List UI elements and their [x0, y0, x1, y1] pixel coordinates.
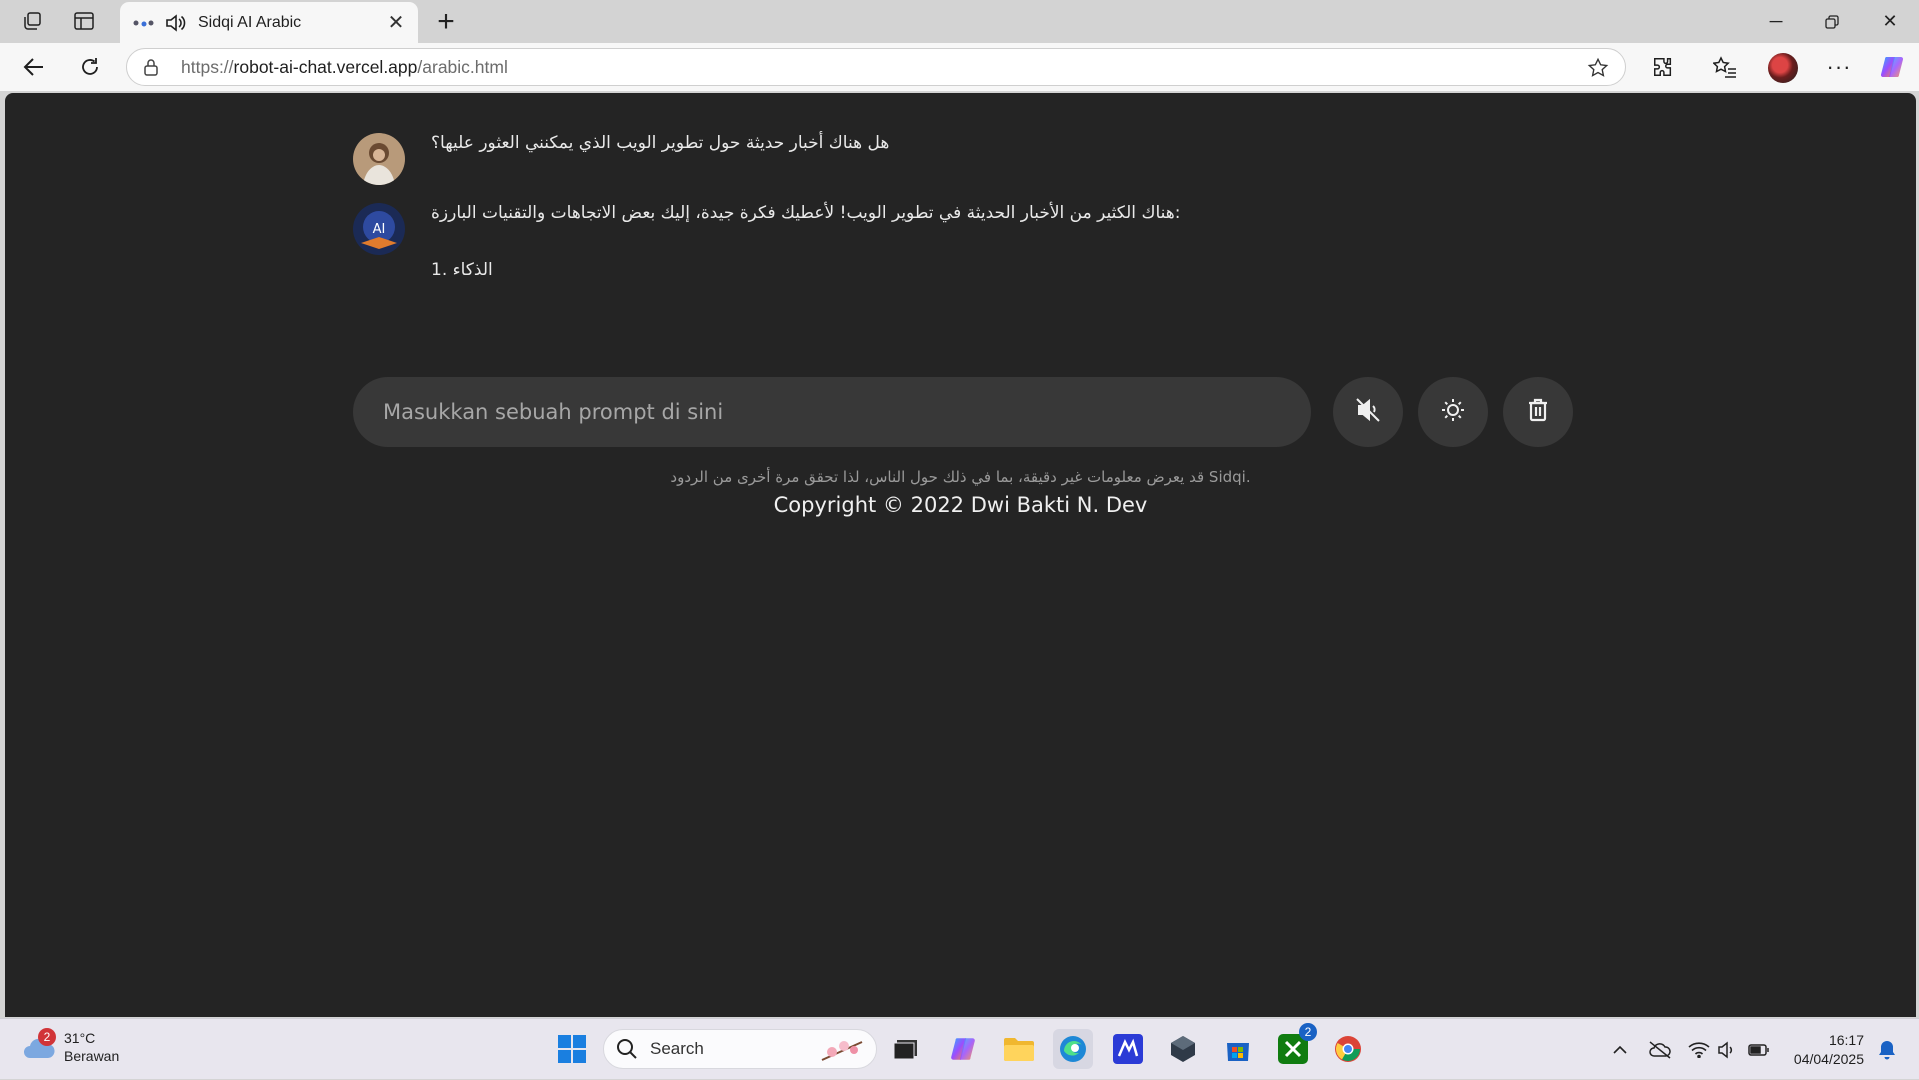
clock-date: 04/04/2025 — [1793, 1051, 1864, 1067]
favorites-list-icon[interactable] — [1707, 51, 1743, 83]
url-text: https://robot-ai-chat.vercel.app/arabic.… — [181, 56, 508, 77]
restore-icon[interactable] — [1804, 0, 1860, 43]
xbox-icon[interactable]: 2 — [1273, 1023, 1317, 1069]
wifi-icon[interactable] — [1686, 1019, 1712, 1080]
extensions-icon[interactable] — [1645, 51, 1681, 83]
search-icon — [617, 1039, 637, 1059]
bot-message: AI هناك الكثير من الأخبار الحديثة في تطو… — [353, 203, 1180, 280]
weather-badge: 2 — [38, 1028, 56, 1046]
xbox-badge: 2 — [1299, 1023, 1317, 1041]
bot-avatar-label: AI — [373, 222, 386, 237]
app-cube-icon[interactable] — [1163, 1029, 1203, 1069]
prompt-field[interactable] — [353, 377, 1311, 447]
user-message-text: هل هناك أخبار حديثة حول تطوير الويب الذي… — [431, 133, 890, 153]
new-tab-button[interactable]: + — [428, 5, 464, 38]
back-arrow-icon[interactable] — [16, 51, 52, 83]
address-bar[interactable]: https://robot-ai-chat.vercel.app/arabic.… — [126, 48, 1626, 86]
notifications-bell-icon[interactable] — [1874, 1019, 1900, 1080]
vertical-tabs-icon[interactable] — [66, 6, 102, 36]
weather-text: 31°C Berawan — [64, 1029, 119, 1065]
favorite-star-icon[interactable] — [1587, 57, 1609, 84]
minimize-icon[interactable]: ─ — [1748, 0, 1804, 43]
windows-start-icon[interactable] — [552, 1029, 592, 1069]
close-window-icon[interactable]: ✕ — [1862, 0, 1918, 43]
mute-button[interactable] — [1333, 377, 1403, 447]
weather-desc: Berawan — [64, 1048, 120, 1064]
chrome-icon[interactable] — [1328, 1029, 1368, 1069]
sun-icon — [1440, 397, 1466, 428]
taskbar-search[interactable]: Search — [603, 1029, 877, 1069]
tab-close-icon[interactable]: ✕ — [386, 10, 406, 35]
prompt-input[interactable] — [383, 400, 1311, 424]
onedrive-offline-icon[interactable] — [1645, 1019, 1675, 1080]
weather-widget[interactable]: 2 31°C Berawan — [22, 1028, 119, 1065]
bot-message-body: هناك الكثير من الأخبار الحديثة في تطوير … — [405, 203, 1180, 280]
file-explorer-icon[interactable] — [999, 1029, 1039, 1069]
tab-strip: Sidqi AI Arabic ✕ + ─ ✕ — [0, 0, 1919, 43]
trash-icon — [1527, 398, 1549, 427]
disclaimer-text: قد يعرض معلومات غير دقيقة، بما في ذلك حو… — [670, 468, 1251, 486]
volume-icon[interactable] — [1714, 1019, 1740, 1080]
bot-avatar: AI — [353, 203, 405, 255]
chat-page: هل هناك أخبار حديثة حول تطوير الويب الذي… — [5, 93, 1916, 1017]
more-options-icon[interactable]: ··· — [1821, 51, 1857, 83]
profile-avatar[interactable] — [1768, 53, 1798, 83]
tab-audio-speaker-icon[interactable] — [164, 13, 188, 33]
system-clock[interactable]: 16:17 04/04/2025 — [1784, 1031, 1864, 1069]
cloud-icon: 2 — [22, 1028, 56, 1060]
blossom-icon — [821, 1041, 863, 1061]
weather-temp: 31°C — [64, 1030, 96, 1046]
refresh-icon[interactable] — [72, 51, 108, 83]
taskbar: 2 31°C Berawan Search 2 16:17 04/04/2025 — [0, 1018, 1919, 1079]
bot-message-text: هناك الكثير من الأخبار الحديثة في تطوير … — [431, 203, 1181, 223]
user-message: هل هناك أخبار حديثة حول تطوير الويب الذي… — [353, 133, 889, 185]
tab-title: Sidqi AI Arabic — [198, 13, 302, 31]
site-favicon-icon — [132, 16, 154, 30]
search-label: Search — [650, 1039, 704, 1058]
task-view-icon[interactable] — [886, 1029, 926, 1069]
copilot-icon[interactable] — [1874, 51, 1910, 83]
microsoft-store-icon[interactable] — [1218, 1029, 1258, 1069]
user-avatar — [353, 133, 405, 185]
copilot-app-icon[interactable] — [943, 1029, 983, 1069]
bot-message-text-line2: 1. الذكاء — [431, 260, 493, 280]
theme-toggle-button[interactable] — [1418, 377, 1488, 447]
active-tab[interactable]: Sidqi AI Arabic ✕ — [120, 2, 418, 43]
show-hidden-icons-chevron-icon[interactable] — [1608, 1019, 1632, 1080]
battery-icon[interactable] — [1744, 1019, 1774, 1080]
lock-icon[interactable] — [143, 58, 161, 76]
speaker-muted-icon — [1355, 397, 1381, 428]
workspaces-icon[interactable] — [14, 6, 50, 36]
copyright-text: Copyright © 2022 Dwi Bakti N. Dev — [773, 493, 1148, 517]
clock-time: 16:17 — [1828, 1032, 1864, 1048]
delete-chat-button[interactable] — [1503, 377, 1573, 447]
edge-browser-icon[interactable] — [1053, 1029, 1093, 1069]
browser-toolbar: https://robot-ai-chat.vercel.app/arabic.… — [0, 43, 1919, 91]
app-m-icon[interactable] — [1108, 1029, 1148, 1069]
